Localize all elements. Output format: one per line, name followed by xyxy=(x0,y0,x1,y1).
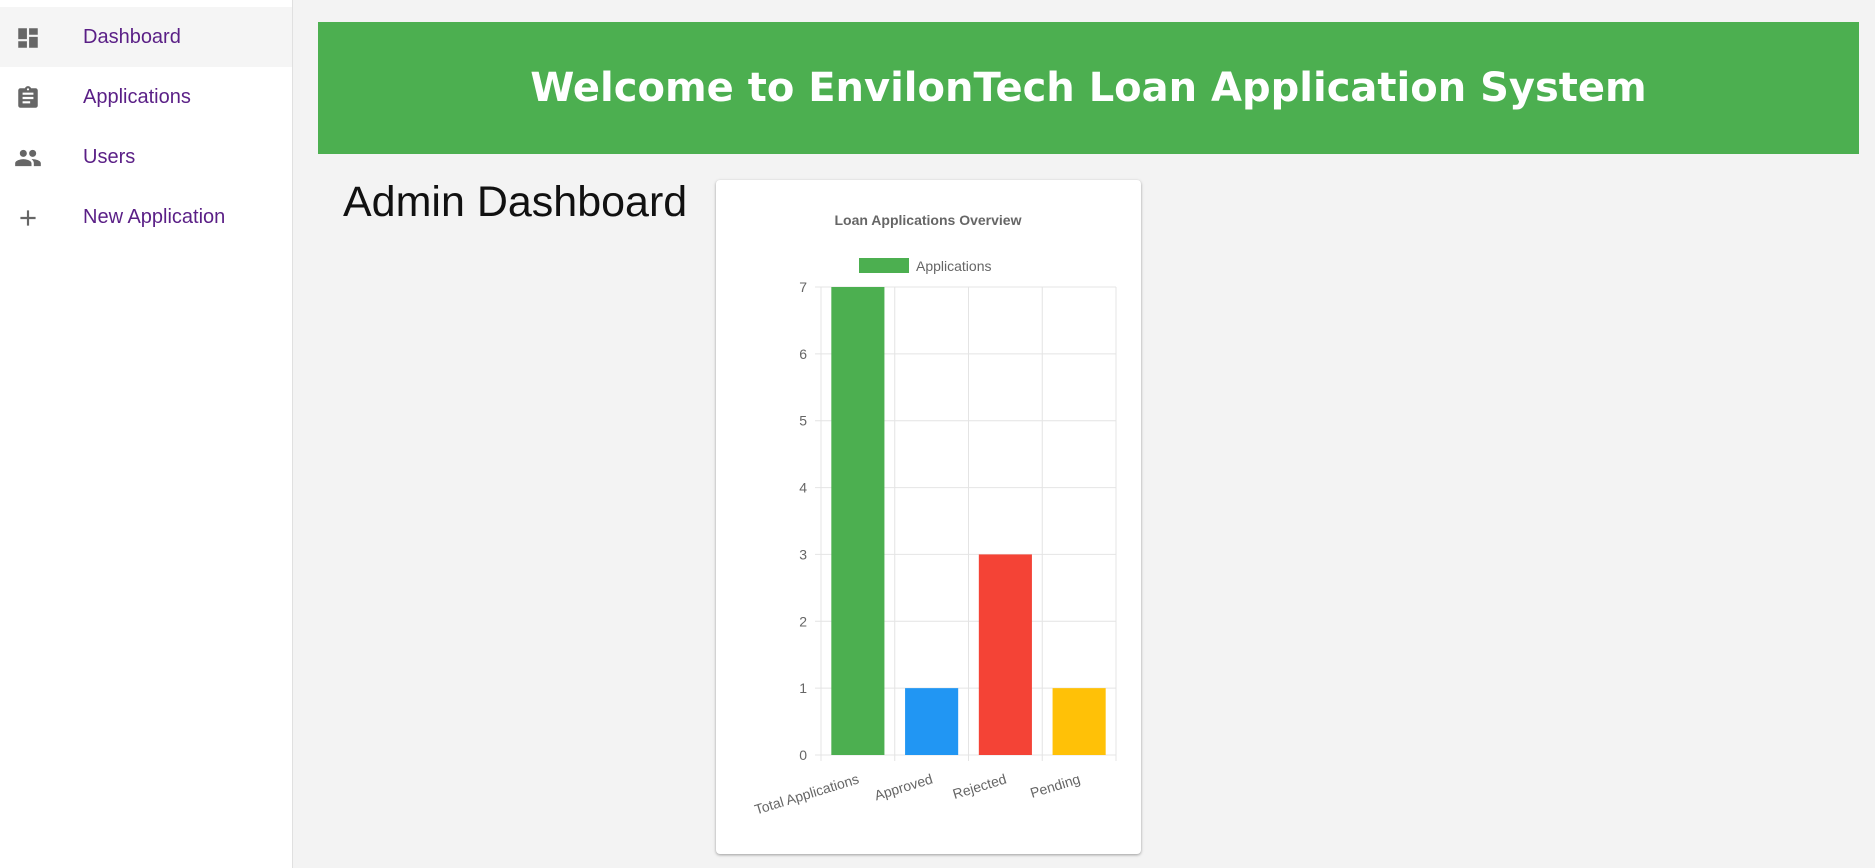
bar-approved[interactable] xyxy=(905,688,959,755)
bar-chart: Loan Applications Overview Applications … xyxy=(753,212,1117,818)
sidebar-item-applications[interactable]: Applications xyxy=(0,67,292,127)
y-tick-label: 5 xyxy=(799,413,807,429)
plus-icon xyxy=(14,204,42,232)
y-axis: 0 1 2 3 4 5 6 7 xyxy=(799,279,807,763)
bar-pending[interactable] xyxy=(1052,688,1106,755)
sidebar: Dashboard Applications Users New Applica… xyxy=(0,0,293,868)
y-tick-label: 6 xyxy=(799,346,807,362)
x-axis: Total Applications Approved Rejected Pendin… xyxy=(753,771,1082,818)
sidebar-item-label: Dashboard xyxy=(83,25,181,48)
y-tick-label: 1 xyxy=(799,680,807,696)
clipboard-icon xyxy=(14,84,42,112)
sidebar-item-label: Applications xyxy=(83,85,191,108)
x-tick-label: Rejected xyxy=(951,771,1009,802)
y-tick-label: 2 xyxy=(799,613,807,629)
chart-card: Loan Applications Overview Applications … xyxy=(716,180,1141,854)
welcome-banner: Welcome to EnvilonTech Loan Application … xyxy=(318,22,1859,154)
y-tick-label: 3 xyxy=(799,546,807,562)
page-title: Admin Dashboard xyxy=(343,178,688,226)
bar-total-applications[interactable] xyxy=(831,287,885,755)
sidebar-item-label: Users xyxy=(83,145,136,168)
y-tick-label: 7 xyxy=(799,279,807,295)
banner-title: Welcome to EnvilonTech Loan Application … xyxy=(530,65,1647,111)
people-icon xyxy=(14,144,42,172)
sidebar-item-label: New Application xyxy=(83,205,226,228)
y-tick-label: 0 xyxy=(799,747,807,763)
dashboard-icon xyxy=(14,24,42,52)
bar-rejected[interactable] xyxy=(978,554,1032,755)
legend-swatch[interactable] xyxy=(859,258,909,273)
x-tick-label: Total Applications xyxy=(753,771,861,818)
chart-title: Loan Applications Overview xyxy=(835,212,1022,228)
x-tick-label: Pending xyxy=(1028,771,1082,801)
sidebar-item-new-application[interactable]: New Application xyxy=(0,187,292,247)
sidebar-item-users[interactable]: Users xyxy=(0,127,292,187)
y-tick-label: 4 xyxy=(799,480,807,496)
legend-label[interactable]: Applications xyxy=(916,258,992,274)
x-tick-label: Approved xyxy=(873,771,935,804)
sidebar-item-dashboard[interactable]: Dashboard xyxy=(0,7,292,67)
